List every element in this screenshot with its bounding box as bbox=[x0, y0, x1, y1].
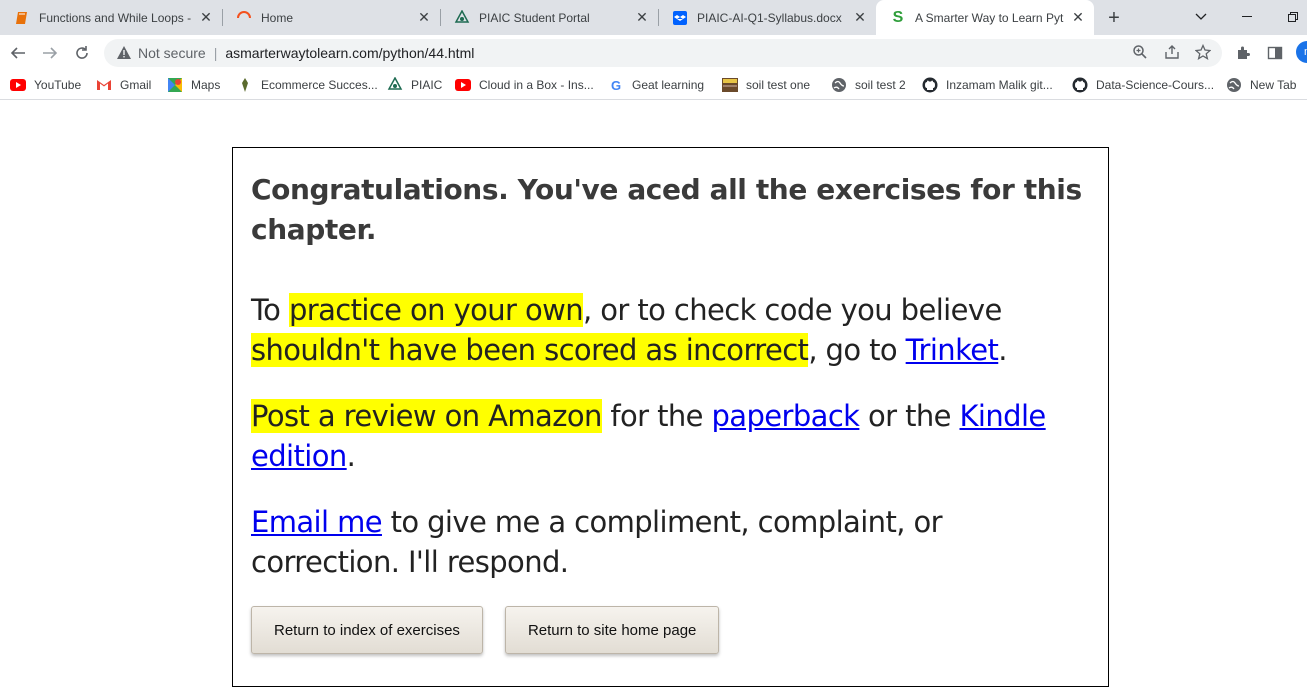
bookmark-soil-test-one[interactable]: soil test one bbox=[722, 76, 810, 94]
close-icon[interactable]: ✕ bbox=[634, 9, 650, 26]
bookmark-label: Cloud in a Box - Ins... bbox=[479, 78, 594, 92]
piaic-logo-icon bbox=[454, 9, 470, 26]
google-icon: G bbox=[610, 77, 622, 93]
paragraph-text: or the bbox=[859, 399, 960, 433]
reload-icon[interactable] bbox=[69, 40, 95, 66]
bookmark-geat-learning[interactable]: G Geat learning bbox=[608, 76, 704, 94]
bookmark-label: Geat learning bbox=[632, 78, 705, 92]
globe-icon bbox=[831, 77, 847, 93]
trinket-link[interactable]: Trinket bbox=[906, 333, 999, 367]
tab-title: A Smarter Way to Learn Pyth bbox=[915, 10, 1064, 25]
book-icon bbox=[14, 10, 30, 26]
congratulations-heading: Congratulations. You've aced all the exe… bbox=[251, 173, 1082, 246]
highlight-incorrect: shouldn't have been scored as incorrect bbox=[251, 333, 809, 367]
close-icon[interactable]: ✕ bbox=[198, 9, 214, 26]
email-me-link[interactable]: Email me bbox=[251, 505, 383, 539]
return-to-home-button[interactable]: Return to site home page bbox=[504, 606, 720, 654]
bookmark-inzamam-malik-github[interactable]: Inzamam Malik git... bbox=[922, 76, 1053, 94]
email-paragraph: Email me to give me a compliment, compla… bbox=[251, 502, 1090, 582]
security-status-label[interactable]: Not secure bbox=[138, 45, 206, 61]
highlight-review: Post a review on Amazon bbox=[251, 399, 602, 433]
bookmark-label: New Tab bbox=[1250, 78, 1297, 92]
gmail-icon bbox=[96, 77, 112, 93]
new-tab-button[interactable]: + bbox=[1102, 6, 1126, 30]
youtube-icon bbox=[455, 77, 471, 93]
ecommerce-icon bbox=[237, 77, 253, 93]
bookmark-label: YouTube bbox=[34, 78, 82, 92]
share-icon[interactable] bbox=[1161, 41, 1183, 63]
browser-toolbar: Not secure | asmarterwaytolearn.com/pyth… bbox=[0, 35, 1307, 70]
paragraph-text: , go to bbox=[808, 333, 906, 367]
url-text[interactable]: asmarterwaytolearn.com/python/44.html bbox=[225, 45, 474, 61]
paragraph-text: To bbox=[251, 293, 289, 327]
address-bar[interactable]: Not secure | asmarterwaytolearn.com/pyth… bbox=[104, 39, 1222, 67]
piaic-logo-icon bbox=[387, 77, 403, 93]
bookmark-new-tab[interactable]: New Tab bbox=[1226, 76, 1296, 94]
highlight-practice: practice on your own bbox=[288, 293, 584, 327]
warning-icon[interactable] bbox=[116, 45, 132, 61]
zoom-icon[interactable] bbox=[1129, 41, 1151, 63]
youtube-icon bbox=[10, 77, 26, 93]
bookmark-cloud-in-a-box[interactable]: Cloud in a Box - Ins... bbox=[455, 76, 594, 94]
bookmark-label: Ecommerce Succes... bbox=[261, 78, 378, 92]
bookmark-label: Data-Science-Cours... bbox=[1096, 78, 1215, 92]
extensions-icon[interactable] bbox=[1231, 41, 1255, 65]
tab-title: PIAIC-AI-Q1-Syllabus.docx bbox=[697, 10, 842, 25]
tab-smarter-way-python[interactable]: S A Smarter Way to Learn Pyth ✕ bbox=[876, 0, 1094, 35]
bookmark-maps[interactable]: Maps bbox=[167, 76, 220, 94]
bookmark-piaic[interactable]: PIAIC bbox=[387, 76, 442, 94]
loading-spinner-icon bbox=[236, 10, 252, 26]
bookmarks-bar: YouTube Gmail Maps Ecommerce Succes... P… bbox=[0, 70, 1307, 100]
omnibox-divider: | bbox=[213, 45, 218, 61]
paragraph-text: . bbox=[346, 439, 356, 473]
bookmark-gmail[interactable]: Gmail bbox=[96, 76, 151, 94]
paragraph-text: , or to check code you believe bbox=[583, 293, 1002, 327]
bookmark-label: soil test one bbox=[746, 78, 811, 92]
return-to-index-button[interactable]: Return to index of exercises bbox=[251, 606, 483, 654]
forward-arrow-icon[interactable] bbox=[37, 40, 63, 66]
tab-home[interactable]: Home ✕ bbox=[222, 0, 440, 35]
globe-icon bbox=[1226, 77, 1242, 93]
bookmark-label: soil test 2 bbox=[855, 78, 906, 92]
page-viewport: Congratulations. You've aced all the exe… bbox=[0, 101, 1307, 687]
tab-title: Home bbox=[261, 10, 294, 25]
bookmark-ecommerce[interactable]: Ecommerce Succes... bbox=[237, 76, 378, 94]
maps-icon bbox=[167, 77, 183, 93]
tab-strip: Functions and While Loops - ✕ Home ✕ PIA… bbox=[0, 0, 1307, 35]
paragraph-text: . bbox=[998, 333, 1007, 367]
tab-title: PIAIC Student Portal bbox=[479, 10, 590, 25]
paragraph-text: for the bbox=[601, 399, 712, 433]
tab-search-chevron-icon[interactable] bbox=[1186, 6, 1216, 28]
bookmark-data-science-course[interactable]: Data-Science-Cours... bbox=[1072, 76, 1214, 94]
smarter-way-logo-icon: S bbox=[892, 8, 904, 26]
close-icon[interactable]: ✕ bbox=[1070, 9, 1086, 26]
navigation-buttons: Return to index of exercises Return to s… bbox=[251, 606, 720, 654]
close-icon[interactable]: ✕ bbox=[852, 9, 868, 26]
minimize-icon[interactable] bbox=[1232, 6, 1262, 28]
github-icon bbox=[1072, 77, 1088, 93]
tab-title: Functions and While Loops - bbox=[39, 10, 192, 25]
practice-paragraph: To practice on your own, or to check cod… bbox=[251, 290, 1090, 370]
bookmark-star-icon[interactable] bbox=[1192, 41, 1214, 63]
bookmark-label: PIAIC bbox=[411, 78, 443, 92]
bookmark-youtube[interactable]: YouTube bbox=[10, 76, 81, 94]
dropbox-icon bbox=[672, 10, 688, 26]
side-panel-icon[interactable] bbox=[1263, 41, 1287, 65]
chapter-complete-panel: Congratulations. You've aced all the exe… bbox=[232, 147, 1109, 687]
tab-syllabus-docx[interactable]: PIAIC-AI-Q1-Syllabus.docx ✕ bbox=[658, 0, 876, 35]
bookmark-label: Maps bbox=[191, 78, 221, 92]
tab-piaic-student-portal[interactable]: PIAIC Student Portal ✕ bbox=[440, 0, 658, 35]
tab-functions-while-loops[interactable]: Functions and While Loops - ✕ bbox=[0, 0, 222, 35]
bookmark-label: Inzamam Malik git... bbox=[946, 78, 1053, 92]
review-paragraph: Post a review on Amazon for the paperbac… bbox=[251, 396, 1090, 476]
paperback-link[interactable]: paperback bbox=[712, 399, 860, 433]
bookmark-label: Gmail bbox=[120, 78, 152, 92]
soil-test-icon bbox=[722, 77, 738, 93]
github-icon bbox=[922, 77, 938, 93]
close-icon[interactable]: ✕ bbox=[416, 9, 432, 26]
restore-icon[interactable] bbox=[1278, 6, 1307, 28]
back-arrow-icon[interactable] bbox=[5, 40, 31, 66]
bookmark-soil-test-2[interactable]: soil test 2 bbox=[831, 76, 906, 94]
